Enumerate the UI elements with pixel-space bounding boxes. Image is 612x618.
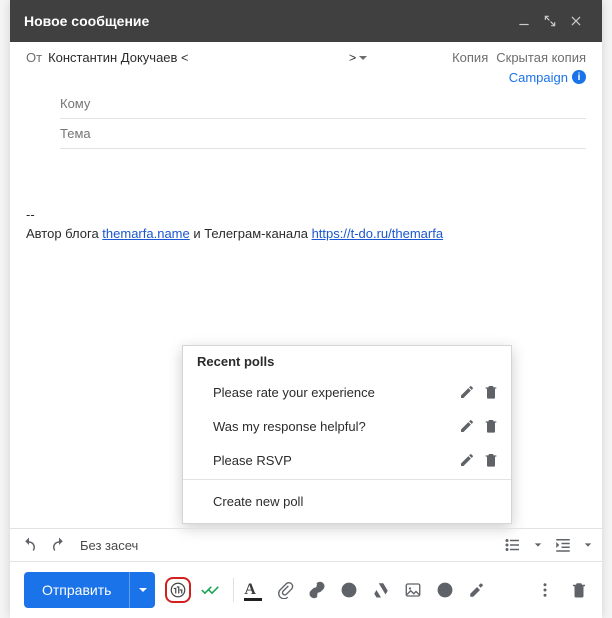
subject-input[interactable] [60, 126, 586, 141]
signature-separator: -- [26, 205, 586, 225]
window-titlebar: Новое сообщение [10, 0, 602, 42]
message-body[interactable]: -- Автор блога themarfa.name и Телеграм-… [10, 149, 602, 244]
signature-icon[interactable] [468, 581, 486, 599]
cc-link[interactable]: Копия [452, 50, 488, 65]
format-text-icon[interactable]: A [244, 581, 262, 599]
confidential-icon[interactable] [436, 581, 454, 599]
close-icon[interactable] [564, 9, 588, 33]
subject-field-row [60, 119, 586, 149]
signature-line: Автор блога themarfa.name и Телеграм-кан… [26, 224, 586, 244]
compose-window: Новое сообщение От Константин Докучаев <… [10, 0, 602, 618]
minimize-icon[interactable] [512, 9, 536, 33]
send-button-group: Отправить [24, 572, 155, 608]
window-title: Новое сообщение [24, 13, 149, 29]
edit-icon[interactable] [459, 383, 475, 401]
sender-address-blurred [189, 52, 349, 66]
redo-icon[interactable] [50, 536, 68, 554]
more-options-icon[interactable] [536, 581, 554, 599]
poll-item[interactable]: Please RSVP [183, 443, 511, 477]
link-icon[interactable] [308, 581, 326, 599]
undo-icon[interactable] [20, 536, 38, 554]
bulleted-list-icon[interactable] [504, 536, 522, 554]
send-button[interactable]: Отправить [24, 572, 129, 608]
font-name-select[interactable]: Без засеч [80, 538, 138, 553]
send-row: Отправить A [10, 562, 602, 618]
campaign-link[interactable]: Campaign i [509, 70, 586, 85]
edit-icon[interactable] [459, 451, 475, 469]
delete-icon[interactable] [483, 451, 499, 469]
indent-icon[interactable] [554, 536, 572, 554]
popup-divider [183, 479, 511, 480]
delete-icon[interactable] [483, 417, 499, 435]
discard-draft-icon[interactable] [570, 581, 588, 599]
from-value[interactable]: Константин Докучаев <> [48, 50, 356, 66]
from-dropdown-icon[interactable] [356, 53, 368, 63]
emoji-icon[interactable] [340, 581, 358, 599]
edit-icon[interactable] [459, 417, 475, 435]
fullscreen-icon[interactable] [538, 9, 562, 33]
info-icon: i [572, 70, 586, 84]
poll-item[interactable]: Please rate your experience [183, 375, 511, 409]
format-toolbar: Без засеч [10, 528, 602, 562]
to-input[interactable] [60, 96, 586, 111]
drive-icon[interactable] [372, 581, 390, 599]
toolbar-separator [233, 578, 234, 602]
signature-link-2[interactable]: https://t-do.ru/themarfa [312, 226, 444, 241]
send-options-button[interactable] [129, 572, 155, 608]
poll-item[interactable]: Was my response helpful? [183, 409, 511, 443]
signature-link-1[interactable]: themarfa.name [102, 226, 189, 241]
attach-icon[interactable] [276, 581, 294, 599]
indent-dropdown-icon[interactable] [584, 536, 592, 554]
list-dropdown-icon[interactable] [534, 536, 542, 554]
to-field-row [60, 89, 586, 119]
from-row: От Константин Докучаев <> Копия Скрытая … [10, 42, 602, 68]
delete-icon[interactable] [483, 383, 499, 401]
campaign-row: Campaign i [10, 68, 602, 89]
double-check-icon[interactable] [201, 583, 223, 597]
bcc-link[interactable]: Скрытая копия [496, 50, 586, 65]
from-label: От [26, 50, 42, 65]
recent-polls-popup: Recent polls Please rate your experience… [182, 345, 512, 524]
poll-button[interactable] [165, 577, 191, 603]
create-poll-link[interactable]: Create new poll [183, 482, 511, 523]
popup-header: Recent polls [183, 346, 511, 375]
image-icon[interactable] [404, 581, 422, 599]
